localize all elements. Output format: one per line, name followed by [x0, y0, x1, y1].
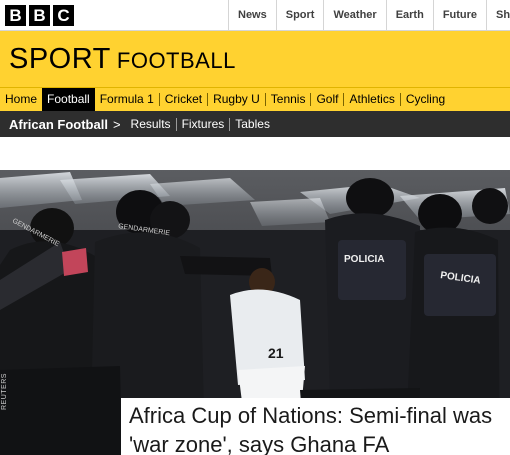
bbc-global-header: B B C News Sport Weather Earth Future Sh… — [0, 0, 510, 31]
chevron-right-icon: > — [112, 116, 121, 132]
sport-nav-football[interactable]: Football — [42, 88, 95, 111]
sport-nav-athletics[interactable]: Athletics — [344, 88, 399, 111]
bbc-global-nav: News Sport Weather Earth Future Sho — [228, 0, 510, 31]
subnav-fixtures[interactable]: Fixtures — [177, 117, 230, 131]
shirt-number: 21 — [268, 345, 284, 361]
sport-nav: Home Football Formula 1 Cricket Rugby U … — [0, 87, 510, 111]
bbc-nav-future[interactable]: Future — [432, 0, 486, 31]
sport-nav-cricket[interactable]: Cricket — [160, 88, 207, 111]
bbc-nav-earth[interactable]: Earth — [385, 0, 433, 31]
subnav-african-football[interactable]: African Football — [9, 117, 108, 132]
photo-credit: REUTERS — [1, 373, 8, 410]
sport-header: SPORT FOOTBALL — [0, 31, 510, 87]
bbc-nav-shop[interactable]: Sho — [486, 0, 510, 31]
subnav-tables[interactable]: Tables — [230, 117, 275, 131]
bbc-logo-block: C — [53, 5, 74, 26]
bbc-nav-news[interactable]: News — [228, 0, 276, 31]
football-subnav: African Football > Results Fixtures Tabl… — [0, 111, 510, 137]
subnav-results[interactable]: Results — [126, 117, 176, 131]
sport-nav-tennis[interactable]: Tennis — [266, 88, 311, 111]
sport-nav-formula1[interactable]: Formula 1 — [95, 88, 159, 111]
bbc-logo-block: B — [29, 5, 50, 26]
sport-masthead[interactable]: SPORT FOOTBALL — [9, 43, 236, 76]
bbc-nav-sport[interactable]: Sport — [275, 0, 324, 31]
bbc-nav-weather[interactable]: Weather — [323, 0, 385, 31]
sport-nav-golf[interactable]: Golf — [311, 88, 343, 111]
sport-nav-cycling[interactable]: Cycling — [401, 88, 450, 111]
headline-box[interactable]: Africa Cup of Nations: Semi-final was 'w… — [121, 398, 510, 455]
vest-label: POLICIA — [344, 254, 385, 265]
hero-headline[interactable]: Africa Cup of Nations: Semi-final was 'w… — [129, 401, 510, 455]
section-title: FOOTBALL — [116, 48, 236, 73]
sport-nav-rugby-union[interactable]: Rugby U — [208, 88, 265, 111]
sport-nav-home[interactable]: Home — [0, 88, 42, 111]
bbc-logo[interactable]: B B C — [5, 5, 74, 26]
bbc-logo-block: B — [5, 5, 26, 26]
sport-title: SPORT — [9, 43, 111, 75]
